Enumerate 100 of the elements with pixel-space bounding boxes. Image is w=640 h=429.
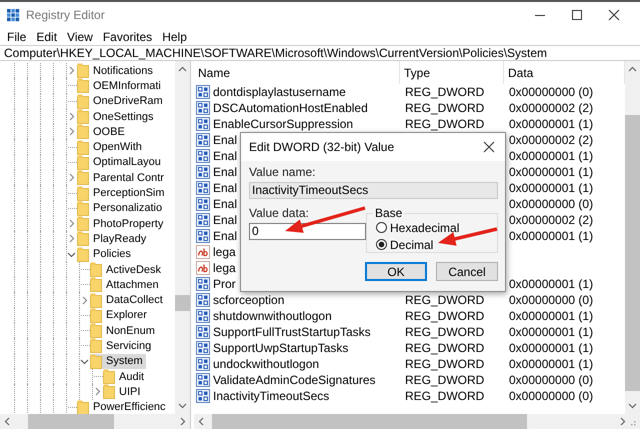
tree-item[interactable]: OEMInformati (77, 78, 164, 94)
value-name: lega (213, 245, 236, 259)
binary-value-icon (196, 341, 210, 355)
chevron-right-icon[interactable] (66, 66, 76, 76)
value-name: Enal (213, 197, 238, 211)
field-label: Value data: (249, 207, 310, 220)
close-icon[interactable] (483, 141, 495, 153)
scrollbar[interactable] (625, 61, 640, 414)
tree-item[interactable]: OptimalLayou (77, 154, 164, 170)
tree-item[interactable]: Notifications (77, 63, 156, 78)
scroll-right-icon[interactable] (620, 417, 626, 426)
scroll-right-icon[interactable] (180, 417, 186, 426)
address-bar[interactable]: Computer\HKEY_LOCAL_MACHINE\SOFTWARE\Microsoft\Windows\CurrentVersion\Policies\System (0, 45, 640, 61)
binary-value-icon (196, 197, 210, 211)
tree-item[interactable]: Explorer (90, 308, 150, 323)
value-type: REG_DWORD (405, 341, 484, 355)
group-label: Base (374, 206, 404, 220)
folder-icon (103, 384, 115, 400)
value-name: ValidateAdminCodeSignatures (213, 373, 376, 387)
scroll-up-icon[interactable] (628, 66, 637, 72)
chevron-down-icon[interactable] (80, 356, 88, 366)
value-name: Enal (213, 229, 238, 243)
scroll-up-icon[interactable] (178, 66, 187, 72)
tree-item[interactable]: Servicing (90, 338, 154, 354)
tree-item[interactable]: ActiveDesk (90, 262, 164, 277)
tree-item[interactable]: PlayReady (77, 231, 150, 246)
scrollbar[interactable] (175, 61, 190, 414)
value-data: 0x00000000 (0) (509, 293, 594, 307)
folder-icon (90, 277, 102, 292)
value-type: REG_DWORD (405, 85, 484, 99)
value-type: REG_DWORD (405, 373, 484, 387)
binary-value-icon (196, 389, 210, 403)
tree-item[interactable]: System (90, 354, 146, 369)
value-name: DSCAutomationHostEnabled (213, 101, 368, 115)
tree-item[interactable]: PowerEfficienc (77, 400, 169, 414)
radio-button[interactable] (376, 222, 387, 233)
binary-value-icon (196, 357, 210, 371)
column-header[interactable]: Name (194, 61, 400, 84)
scroll-thumb[interactable] (625, 115, 640, 391)
chevron-right-icon[interactable] (66, 234, 76, 244)
value-name-field[interactable]: InactivityTimeoutSecs (249, 182, 498, 199)
folder-icon (90, 323, 102, 338)
menu-item[interactable]: Help (158, 30, 193, 44)
folder-icon (77, 246, 89, 262)
maximize-icon[interactable] (571, 9, 583, 21)
folder-icon (90, 292, 102, 308)
value-name: SupportUwpStartupTasks (213, 341, 348, 355)
folder-icon (77, 231, 89, 246)
chevron-right-icon[interactable] (92, 387, 102, 396)
value-data: 0x00000002 (2) (509, 213, 594, 227)
scrollbar[interactable] (0, 414, 190, 429)
column-header[interactable]: Type (400, 61, 504, 84)
tree-item[interactable]: OneDriveRam (77, 94, 166, 109)
scroll-down-icon[interactable] (628, 403, 637, 409)
tree-item[interactable]: UIPI (103, 384, 144, 400)
tree-item[interactable]: NonEnum (90, 323, 158, 338)
menu-item[interactable]: File (3, 30, 32, 44)
scroll-thumb[interactable] (28, 414, 114, 429)
tree-item[interactable]: Audit (103, 369, 148, 384)
radio-button[interactable] (376, 239, 387, 250)
chevron-right-icon[interactable] (66, 219, 76, 228)
value-data: 0x00000001 (1) (509, 277, 594, 291)
menu-item[interactable]: View (63, 30, 99, 44)
tree-item[interactable]: Attachmen (90, 277, 162, 292)
menu-item[interactable]: Edit (32, 30, 64, 44)
cancel-button[interactable]: Cancel (436, 262, 498, 281)
close-icon[interactable] (608, 9, 620, 21)
tree-item[interactable]: Policies (77, 246, 134, 262)
tree-item[interactable]: OpenWith (77, 140, 145, 155)
radio-label[interactable]: Decimal (390, 238, 434, 252)
chevron-right-icon[interactable] (66, 112, 76, 122)
folder-icon (103, 369, 115, 384)
chevron-right-icon[interactable] (66, 173, 76, 182)
menu-item[interactable]: Favorites (98, 30, 158, 44)
value-data-field[interactable]: 0 (249, 223, 366, 240)
value-data: 0x00000000 (0) (509, 373, 594, 387)
scroll-down-icon[interactable] (178, 403, 187, 409)
chevron-down-icon[interactable] (66, 250, 76, 259)
scroll-thumb[interactable] (212, 414, 527, 429)
folder-icon (77, 170, 89, 186)
folder-icon (77, 216, 89, 232)
tree-item[interactable]: Parental Contr (77, 170, 167, 186)
ok-button[interactable]: OK (365, 262, 427, 281)
tree-item[interactable]: Personalizatio (77, 200, 166, 216)
scrollbar[interactable] (194, 414, 640, 429)
scroll-left-icon[interactable] (198, 417, 204, 426)
scroll-thumb[interactable] (175, 295, 190, 311)
tree-item[interactable]: OOBE (77, 124, 128, 140)
chevron-right-icon[interactable] (80, 296, 88, 305)
tree-item[interactable]: PerceptionSim (77, 186, 168, 201)
scroll-left-icon[interactable] (4, 417, 10, 426)
radio-label[interactable]: Hexadecimal (390, 220, 460, 234)
tree-item[interactable]: PhotoProperty (77, 216, 166, 232)
tree-item[interactable]: OneSettings (77, 109, 157, 124)
binary-value-icon (196, 133, 210, 147)
tree-item[interactable]: DataCollect (90, 292, 166, 308)
app-icon (6, 8, 20, 22)
chevron-right-icon[interactable] (66, 127, 76, 136)
value-name: Enal (213, 133, 238, 147)
binary-value-icon (196, 149, 210, 163)
